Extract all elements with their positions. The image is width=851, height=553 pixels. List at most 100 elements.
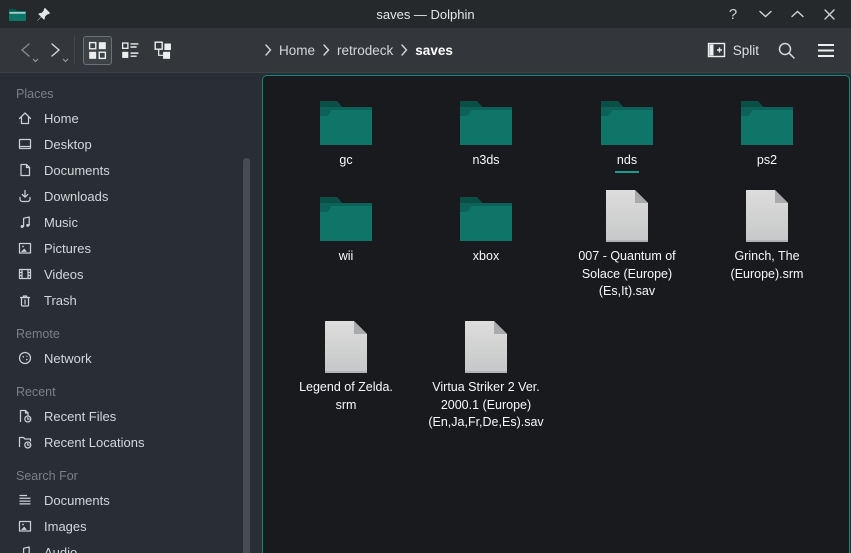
file-item-label: gc [339,152,352,170]
trash-icon [17,292,33,308]
sidebar-item-label: Downloads [44,189,108,204]
sidebar-item-downloads[interactable]: Downloads [0,183,260,209]
file-icon [464,320,508,374]
sidebar-item-videos[interactable]: Videos [0,261,260,287]
file-item-legend-of-zelda[interactable]: Legend of Zelda. srm [276,318,416,414]
file-item-grinch[interactable]: Grinch, The (Europe).srm [697,187,837,283]
sidebar-item-recent-files[interactable]: Recent Files [0,403,260,429]
file-icon [605,189,649,243]
sidebar-item-music[interactable]: Music [0,209,260,235]
sidebar-item-trash[interactable]: Trash [0,287,260,313]
scrollbar-thumb[interactable] [243,158,250,553]
file-item-label: ps2 [757,152,777,170]
file-item-n3ds[interactable]: n3ds [416,91,556,170]
download-icon [17,188,33,204]
sidebar-item-label: Audio [44,545,77,553]
sidebar-item-label: Documents [44,493,110,508]
music-note-icon [17,544,33,553]
file-icon [745,189,789,243]
section-title-remote: Remote [0,323,260,345]
folder-icon [458,97,514,147]
split-button[interactable]: Split [707,41,759,59]
sidebar-item-label: Videos [44,267,84,282]
folder-icon [458,193,514,243]
file-item-nds[interactable]: nds [557,91,697,173]
folder-icon [318,97,374,147]
breadcrumb-retrodeck[interactable]: retrodeck [337,43,393,58]
sidebar-item-pictures[interactable]: Pictures [0,235,260,261]
folder-view[interactable]: gc n3ds nds ps2 wii xbox 007 - Quantum o… [262,75,850,553]
folder-icon [599,97,655,147]
help-button[interactable]: ? [721,3,745,25]
file-item-label: Legend of Zelda. srm [299,379,393,414]
forward-button[interactable] [40,35,70,65]
desktop-icon [17,136,33,152]
music-note-icon [17,214,33,230]
file-item-wii[interactable]: wii [276,187,416,266]
back-button[interactable] [10,35,40,65]
hamburger-icon [817,43,835,58]
breadcrumb-current[interactable]: saves [415,43,453,58]
file-item-gc[interactable]: gc [276,91,416,170]
sidebar-scrollbar[interactable] [243,158,250,553]
sidebar-item-search-images[interactable]: Images [0,513,260,539]
network-icon [17,350,33,366]
sidebar-item-home[interactable]: Home [0,105,260,131]
close-icon [824,9,835,20]
document-icon [17,162,33,178]
file-item-virtua-striker[interactable]: Virtua Striker 2 Ver. 2000.1 (Europe) (E… [416,318,556,432]
file-item-label: Grinch, The (Europe).srm [731,248,804,283]
search-button[interactable] [773,37,799,63]
sidebar-item-label: Desktop [44,137,92,152]
recent-locations-icon [17,434,33,450]
sidebar-item-documents[interactable]: Documents [0,157,260,183]
view-mode-tree-button[interactable] [149,36,178,65]
sidebar-item-label: Images [44,519,87,534]
text-lines-icon [17,492,33,508]
file-item-label: 007 - Quantum of Solace (Europe) (Es,It)… [578,248,675,301]
chevron-right-icon [322,44,330,56]
view-mode-details-button[interactable] [116,36,145,65]
app-folder-icon [8,6,27,22]
forward-arrow-icon [49,42,62,58]
sidebar-item-label: Recent Files [44,409,116,424]
sidebar-item-label: Recent Locations [44,435,144,450]
places-panel: Places Home Desktop Documents Downloads … [0,73,260,553]
view-mode-icons-button[interactable] [83,36,112,65]
image-icon [17,240,33,256]
sidebar-item-recent-locations[interactable]: Recent Locations [0,429,260,455]
chevron-down-icon [62,58,69,63]
breadcrumb: Home retrodeck saves [264,43,453,58]
section-title-search-for: Search For [0,465,260,487]
toolbar: Home retrodeck saves Split [0,28,851,73]
chevron-up-icon [791,10,804,18]
toolbar-separator [74,36,75,64]
sidebar-item-search-documents[interactable]: Documents [0,487,260,513]
icons-view-icon [87,40,108,61]
sidebar-item-search-audio[interactable]: Audio [0,539,260,553]
sidebar-item-label: Trash [44,293,77,308]
maximize-button[interactable] [785,3,809,25]
chevron-right-icon [400,44,408,56]
split-label: Split [733,43,759,58]
sidebar-item-label: Music [44,215,78,230]
folder-icon [318,193,374,243]
breadcrumb-home[interactable]: Home [279,43,315,58]
titlebar: saves — Dolphin ? [0,0,851,28]
sidebar-item-desktop[interactable]: Desktop [0,131,260,157]
file-item-xbox[interactable]: xbox [416,187,556,266]
sidebar-item-network[interactable]: Network [0,345,260,371]
section-title-recent: Recent [0,381,260,403]
file-item-007-quantum-of-solace[interactable]: 007 - Quantum of Solace (Europe) (Es,It)… [557,187,697,301]
folder-icon [739,97,795,147]
file-item-ps2[interactable]: ps2 [697,91,837,170]
sidebar-item-label: Documents [44,163,110,178]
file-item-label: wii [339,248,354,266]
file-item-label: Virtua Striker 2 Ver. 2000.1 (Europe) (E… [428,379,543,432]
file-item-label: nds [615,152,639,173]
details-view-icon [120,40,141,61]
menu-button[interactable] [813,37,839,63]
minimize-button[interactable] [753,3,777,25]
pin-icon[interactable] [36,7,51,22]
close-button[interactable] [817,3,841,25]
